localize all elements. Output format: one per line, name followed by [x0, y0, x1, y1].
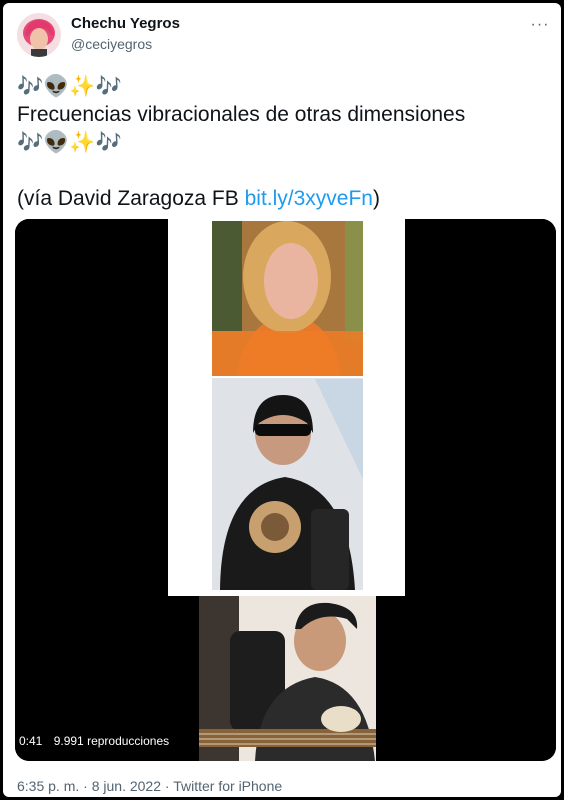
emoji-line-top: 🎶👽✨🎶	[17, 75, 122, 98]
video-stats: 0:41 9.991 reproducciones	[19, 734, 177, 748]
meta-separator: ·	[161, 778, 174, 794]
source-suffix: )	[372, 187, 380, 210]
tweet-time[interactable]: 6:35 p. m.	[17, 778, 79, 794]
author-handle[interactable]: @ceciyegros	[71, 36, 152, 52]
tweet-source[interactable]: Twitter for iPhone	[173, 778, 282, 794]
tweet-date[interactable]: 8 jun. 2022	[92, 778, 161, 794]
tweet-text: 🎶👽✨🎶 Frecuencias vibracionales de otras …	[17, 73, 547, 213]
emoji-line-bottom: 🎶👽✨🎶	[17, 131, 122, 154]
video-views: 9.991 reproducciones	[53, 734, 170, 748]
video-frame	[15, 219, 556, 761]
tweet-meta: 6:35 p. m. · 8 jun. 2022 · Twitter for i…	[17, 778, 282, 794]
avatar[interactable]	[17, 13, 61, 57]
tweet-link[interactable]: bit.ly/3xyveFn	[245, 187, 373, 210]
tweet-card: Chechu Yegros @ceciyegros ··· 🎶👽✨🎶 Frecu…	[3, 3, 561, 797]
source-prefix: (vía David Zaragoza FB	[17, 187, 245, 210]
source-line: (vía David Zaragoza FB bit.ly/3xyveFn)	[17, 185, 547, 213]
video-duration: 0:41	[19, 734, 43, 748]
more-options-icon[interactable]: ···	[529, 15, 551, 35]
author-name[interactable]: Chechu Yegros	[71, 15, 180, 32]
meta-separator: ·	[79, 778, 92, 794]
video-player[interactable]	[15, 219, 556, 761]
tweet-text-main: Frecuencias vibracionales de otras dimen…	[17, 103, 466, 126]
